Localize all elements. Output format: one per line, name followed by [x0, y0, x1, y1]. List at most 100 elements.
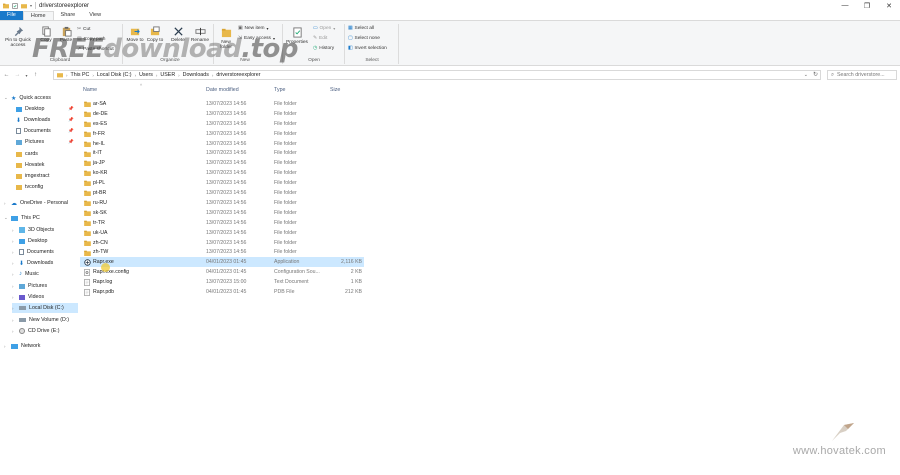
file-type: File folder [274, 239, 297, 246]
folder-icon [16, 162, 22, 168]
sidebar-item-network[interactable]: › Network [4, 341, 40, 351]
file-type: File folder [274, 209, 297, 216]
sidebar-item-music[interactable]: › ♪ Music [12, 269, 39, 279]
address-dropdown-icon[interactable]: ⌄ [804, 72, 808, 78]
delete-button[interactable]: Delete [168, 26, 188, 43]
tab-file[interactable]: File [0, 11, 23, 20]
history-button[interactable]: ◷ History [313, 46, 334, 51]
table-row[interactable]: it-IT 13/07/2023 14:56 File folder [80, 149, 364, 159]
paste-shortcut-button[interactable]: ↗ Paste shortcut [77, 47, 114, 52]
tab-view[interactable]: View [82, 11, 108, 20]
sidebar-item-onedrive[interactable]: › ☁ OneDrive - Personal [4, 198, 68, 208]
table-row[interactable]: tr-TR 13/07/2023 14:56 File folder [80, 218, 364, 228]
close-button[interactable]: ✕ [878, 0, 900, 11]
sidebar-item-downloads[interactable]: ⬇ Downloads [16, 115, 50, 125]
new-item-button[interactable]: ▣ New item ▾ [238, 26, 269, 31]
sidebar-item-cards[interactable]: cards [16, 149, 38, 159]
breadcrumb-local-disk[interactable]: Local Disk (C:) [97, 72, 132, 78]
qat-dropdown-icon[interactable]: ▾ [30, 3, 32, 8]
paste-button[interactable]: Paste [56, 26, 76, 43]
column-header-date[interactable]: Date modified [206, 87, 239, 96]
sidebar-item-cd-drive[interactable]: › CD Drive (E:) [12, 326, 60, 336]
maximize-button[interactable]: ❐ [856, 0, 878, 11]
sidebar-item-quick-access[interactable]: ⌄ ★ Quick access [4, 93, 51, 103]
table-row[interactable]: Rapr.pdb 04/01/2023 01:45 PDB File 212 KB [80, 287, 364, 297]
pin-quick-access-button[interactable]: Pin to Quick access [3, 26, 33, 48]
column-header-size[interactable]: Size [330, 87, 340, 96]
easy-access-button[interactable]: ⇲ Easy access ▾ [238, 36, 275, 41]
search-input[interactable]: ⌕ Search driverstore... [827, 70, 897, 80]
table-row[interactable]: Rapr.exe.config 04/01/2023 01:45 Configura… [80, 267, 364, 277]
table-row[interactable]: ar-SA 13/07/2023 14:56 File folder [80, 99, 364, 109]
chevron-right-icon: › [12, 317, 14, 323]
table-row[interactable]: zh-TW 13/07/2023 14:56 File folder [80, 248, 364, 258]
move-to-button[interactable]: Move to [126, 26, 144, 43]
table-row[interactable]: fr-FR 13/07/2023 14:56 File folder [80, 129, 364, 139]
column-header-name[interactable]: Name [83, 87, 97, 96]
address-bar[interactable]: › This PC › Local Disk (C:) › Users › US… [53, 70, 821, 80]
move-to-label: Move to [126, 38, 144, 43]
file-date: 13/07/2023 14:56 [206, 229, 247, 236]
refresh-icon[interactable]: ↻ [813, 71, 818, 78]
sidebar-item-tvconfig[interactable]: tvconfig [16, 182, 43, 192]
back-button[interactable]: ← [2, 71, 11, 80]
sidebar-item-this-pc[interactable]: ⌄ This PC [4, 213, 40, 223]
table-row[interactable]: sk-SK 13/07/2023 14:56 File folder [80, 208, 364, 218]
window-controls: — ❐ ✕ [834, 0, 900, 11]
rename-button[interactable]: Rename [189, 26, 211, 43]
sidebar-item-desktop-pc[interactable]: › Desktop [12, 236, 47, 246]
sidebar-item-imgextract[interactable]: imgextract [16, 171, 49, 181]
forward-button[interactable]: → [13, 71, 22, 80]
properties-icon[interactable] [12, 2, 18, 9]
sidebar-item-documents-pc[interactable]: › Documents [12, 247, 54, 257]
select-none-button[interactable]: ▢ Select none [348, 36, 380, 41]
table-row[interactable]: Rapr.log 13/07/2023 15:00 Text Document 1 K… [80, 277, 364, 287]
column-header-type[interactable]: Type [274, 87, 285, 96]
hovatek-logo-icon [832, 423, 854, 441]
sidebar-item-downloads-pc[interactable]: › ⬇ Downloads [12, 258, 53, 268]
tab-share[interactable]: Share [54, 11, 83, 20]
breadcrumb-users[interactable]: Users [139, 72, 153, 78]
breadcrumb-this-pc[interactable]: This PC [71, 72, 90, 78]
edit-button[interactable]: ✎ Edit [313, 36, 327, 41]
invert-selection-button[interactable]: ◧ Invert selection [348, 46, 387, 51]
table-row[interactable]: pl-PL 13/07/2023 14:56 File folder [80, 178, 364, 188]
table-row[interactable]: es-ES 13/07/2023 14:56 File folder [80, 119, 364, 129]
table-row[interactable]: pt-BR 13/07/2023 14:56 File folder [80, 188, 364, 198]
table-row[interactable]: de-DE 13/07/2023 14:56 File folder [80, 109, 364, 119]
sidebar-item-videos[interactable]: › Videos [12, 292, 44, 302]
copy-to-button[interactable]: Copy to [146, 26, 164, 43]
sidebar-item-pictures-pc[interactable]: › Pictures [12, 281, 47, 291]
table-row[interactable]: ko-KR 13/07/2023 14:56 File folder [80, 168, 364, 178]
sidebar-item-local-disk[interactable]: › Local Disk (C:) [12, 303, 78, 313]
sidebar-item-documents[interactable]: Documents [16, 126, 51, 136]
sidebar-item-pictures[interactable]: Pictures [16, 137, 44, 147]
cut-button[interactable]: ✂ Cut [77, 27, 91, 32]
sidebar-item-hovatek[interactable]: Hovatek [16, 160, 44, 170]
breadcrumb-current[interactable]: driverstoreexplorer [216, 72, 260, 78]
table-row[interactable]: he-IL 13/07/2023 14:56 File folder [80, 139, 364, 149]
select-all-button[interactable]: ▦ Select all [348, 26, 374, 31]
table-row[interactable]: Rapr.exe04/01/2023 01:45Application2,116… [80, 257, 364, 268]
new-folder-icon[interactable] [21, 3, 27, 9]
table-row[interactable]: ru-RU 13/07/2023 14:56 File folder [80, 198, 364, 208]
table-row[interactable]: zh-CN 13/07/2023 14:56 File folder [80, 238, 364, 248]
breadcrumb-user[interactable]: USER [160, 72, 175, 78]
up-button[interactable]: ↑ [31, 71, 40, 80]
sidebar-item-new-volume[interactable]: › New Volume (D:) [12, 315, 69, 325]
table-row[interactable]: uk-UA 13/07/2023 14:56 File folder [80, 228, 364, 238]
tab-home[interactable]: Home [22, 11, 54, 20]
sidebar-item-desktop[interactable]: Desktop [16, 104, 44, 114]
sidebar-item-3d-objects[interactable]: › 3D Objects [12, 225, 54, 235]
properties-button[interactable]: Properties [284, 26, 310, 45]
file-type: File folder [274, 150, 297, 157]
minimize-button[interactable]: — [834, 0, 856, 11]
folder-icon [84, 210, 91, 216]
recent-locations-button[interactable]: ▾ [24, 71, 29, 80]
copy-path-button[interactable]: ▤ Copy path [77, 37, 105, 42]
open-button[interactable]: ▭ Open ▾ [313, 26, 335, 31]
table-row[interactable]: ja-JP 13/07/2023 14:56 File folder [80, 158, 364, 168]
breadcrumb-downloads[interactable]: Downloads [183, 72, 209, 78]
new-folder-button[interactable]: New folder [216, 26, 236, 50]
copy-button[interactable]: Copy [36, 26, 56, 43]
